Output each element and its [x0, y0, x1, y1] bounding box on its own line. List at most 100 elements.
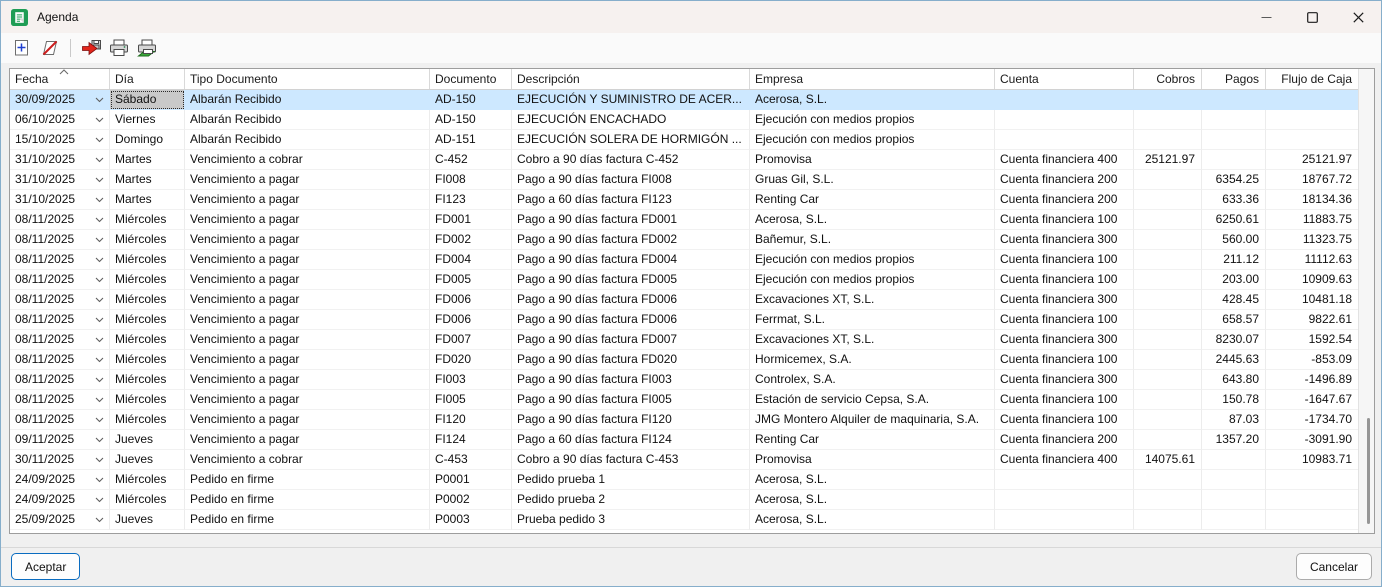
table-row[interactable]: 08/11/2025 Miércoles Vencimiento a pagar… — [10, 230, 1358, 250]
cell-fecha[interactable]: 08/11/2025 — [10, 290, 110, 310]
export-save-button[interactable] — [79, 36, 103, 60]
cell-documento[interactable]: P0002 — [430, 490, 512, 510]
cancel-button[interactable]: Cancelar — [1295, 553, 1372, 580]
cell-cuenta[interactable] — [995, 470, 1134, 490]
maximize-button[interactable] — [1289, 1, 1335, 33]
cell-tipo-documento[interactable]: Vencimiento a cobrar — [185, 150, 430, 170]
cell-fecha[interactable]: 06/10/2025 — [10, 110, 110, 130]
cell-cobros[interactable] — [1134, 390, 1202, 410]
cell-tipo-documento[interactable]: Pedido en firme — [185, 510, 430, 530]
cell-descripcion[interactable]: EJECUCIÓN ENCACHADO — [512, 110, 750, 130]
cell-documento[interactable]: C-453 — [430, 450, 512, 470]
cell-descripcion[interactable]: Pago a 90 días factura FI003 — [512, 370, 750, 390]
table-row[interactable]: 31/10/2025 Martes Vencimiento a pagar FI… — [10, 170, 1358, 190]
date-dropdown-icon[interactable] — [95, 97, 104, 103]
cell-empresa[interactable]: Ferrmat, S.L. — [750, 310, 995, 330]
cell-pagos[interactable]: 560.00 — [1202, 230, 1266, 250]
cell-flujo-de-caja[interactable]: -1734.70 — [1266, 410, 1358, 430]
date-dropdown-icon[interactable] — [95, 417, 104, 423]
table-row[interactable]: 08/11/2025 Miércoles Vencimiento a pagar… — [10, 410, 1358, 430]
column-header-dia[interactable]: Día — [110, 69, 185, 89]
cell-empresa[interactable]: Ejecución con medios propios — [750, 270, 995, 290]
cell-tipo-documento[interactable]: Vencimiento a pagar — [185, 430, 430, 450]
cell-cobros[interactable] — [1134, 270, 1202, 290]
table-row[interactable]: 15/10/2025 Domingo Albarán Recibido AD-1… — [10, 130, 1358, 150]
cell-dia[interactable]: Miércoles — [110, 410, 185, 430]
cell-pagos[interactable]: 203.00 — [1202, 270, 1266, 290]
cell-cuenta[interactable]: Cuenta financiera 200 — [995, 170, 1134, 190]
cell-pagos[interactable]: 6250.61 — [1202, 210, 1266, 230]
cell-cobros[interactable] — [1134, 170, 1202, 190]
cell-descripcion[interactable]: Pago a 90 días factura FD001 — [512, 210, 750, 230]
cell-dia[interactable]: Viernes — [110, 110, 185, 130]
cell-documento[interactable]: FD020 — [430, 350, 512, 370]
column-header-empresa[interactable]: Empresa — [750, 69, 995, 89]
cell-documento[interactable]: FD006 — [430, 290, 512, 310]
cell-cobros[interactable] — [1134, 130, 1202, 150]
column-header-flujo-de-caja[interactable]: Flujo de Caja — [1266, 69, 1358, 89]
cell-fecha[interactable]: 31/10/2025 — [10, 150, 110, 170]
cell-empresa[interactable]: Gruas Gil, S.L. — [750, 170, 995, 190]
cell-cuenta[interactable]: Cuenta financiera 100 — [995, 210, 1134, 230]
table-row[interactable]: 30/11/2025 Jueves Vencimiento a cobrar C… — [10, 450, 1358, 470]
cell-descripcion[interactable]: Pago a 90 días factura FD002 — [512, 230, 750, 250]
cell-cuenta[interactable]: Cuenta financiera 100 — [995, 350, 1134, 370]
cell-dia[interactable]: Miércoles — [110, 330, 185, 350]
cell-cuenta[interactable]: Cuenta financiera 100 — [995, 390, 1134, 410]
column-header-pagos[interactable]: Pagos — [1202, 69, 1266, 89]
cell-fecha[interactable]: 30/09/2025 — [10, 90, 110, 110]
column-header-cobros[interactable]: Cobros — [1134, 69, 1202, 89]
cell-descripcion[interactable]: EJECUCIÓN SOLERA DE HORMIGÓN ... — [512, 130, 750, 150]
cell-documento[interactable]: P0001 — [430, 470, 512, 490]
date-dropdown-icon[interactable] — [95, 297, 104, 303]
cell-cuenta[interactable] — [995, 110, 1134, 130]
cell-flujo-de-caja[interactable]: 9822.61 — [1266, 310, 1358, 330]
scrollbar-thumb[interactable] — [1367, 418, 1370, 524]
cell-pagos[interactable] — [1202, 470, 1266, 490]
table-row[interactable]: 30/09/2025 Sábado Albarán Recibido AD-15… — [10, 90, 1358, 110]
cell-dia[interactable]: Miércoles — [110, 370, 185, 390]
cell-fecha[interactable]: 09/11/2025 — [10, 430, 110, 450]
cell-fecha[interactable]: 08/11/2025 — [10, 330, 110, 350]
cell-empresa[interactable]: Acerosa, S.L. — [750, 510, 995, 530]
cell-cuenta[interactable]: Cuenta financiera 200 — [995, 190, 1134, 210]
cell-cuenta[interactable] — [995, 510, 1134, 530]
cell-pagos[interactable]: 1357.20 — [1202, 430, 1266, 450]
cell-empresa[interactable]: Acerosa, S.L. — [750, 470, 995, 490]
cell-descripcion[interactable]: Pago a 90 días factura FD006 — [512, 310, 750, 330]
cell-cobros[interactable] — [1134, 110, 1202, 130]
cell-empresa[interactable]: Excavaciones XT, S.L. — [750, 330, 995, 350]
cell-cobros[interactable] — [1134, 470, 1202, 490]
cell-cuenta[interactable]: Cuenta financiera 400 — [995, 450, 1134, 470]
cell-pagos[interactable]: 643.80 — [1202, 370, 1266, 390]
table-row[interactable]: 09/11/2025 Jueves Vencimiento a pagar FI… — [10, 430, 1358, 450]
cell-cobros[interactable]: 14075.61 — [1134, 450, 1202, 470]
cell-cuenta[interactable]: Cuenta financiera 200 — [995, 430, 1134, 450]
date-dropdown-icon[interactable] — [95, 117, 104, 123]
cell-flujo-de-caja[interactable] — [1266, 510, 1358, 530]
cell-pagos[interactable]: 633.36 — [1202, 190, 1266, 210]
cell-empresa[interactable]: Promovisa — [750, 450, 995, 470]
cell-fecha[interactable]: 08/11/2025 — [10, 410, 110, 430]
cell-cobros[interactable] — [1134, 230, 1202, 250]
table-row[interactable]: 25/09/2025 Jueves Pedido en firme P0003 … — [10, 510, 1358, 530]
cell-tipo-documento[interactable]: Vencimiento a pagar — [185, 310, 430, 330]
vertical-scrollbar[interactable] — [1358, 69, 1374, 533]
cell-tipo-documento[interactable]: Vencimiento a pagar — [185, 410, 430, 430]
accept-button[interactable]: Aceptar — [11, 553, 81, 580]
table-row[interactable]: 08/11/2025 Miércoles Vencimiento a pagar… — [10, 210, 1358, 230]
cell-cuenta[interactable]: Cuenta financiera 300 — [995, 290, 1134, 310]
cell-fecha[interactable]: 25/09/2025 — [10, 510, 110, 530]
cell-cobros[interactable] — [1134, 370, 1202, 390]
cell-documento[interactable]: AD-150 — [430, 90, 512, 110]
cell-fecha[interactable]: 08/11/2025 — [10, 210, 110, 230]
cell-dia[interactable]: Miércoles — [110, 390, 185, 410]
cell-cuenta[interactable] — [995, 130, 1134, 150]
print-button[interactable] — [107, 36, 131, 60]
cell-dia[interactable]: Miércoles — [110, 230, 185, 250]
table-row[interactable]: 08/11/2025 Miércoles Vencimiento a pagar… — [10, 270, 1358, 290]
table-row[interactable]: 08/11/2025 Miércoles Vencimiento a pagar… — [10, 350, 1358, 370]
table-row[interactable]: 08/11/2025 Miércoles Vencimiento a pagar… — [10, 250, 1358, 270]
cell-tipo-documento[interactable]: Vencimiento a pagar — [185, 270, 430, 290]
cell-cuenta[interactable]: Cuenta financiera 100 — [995, 410, 1134, 430]
